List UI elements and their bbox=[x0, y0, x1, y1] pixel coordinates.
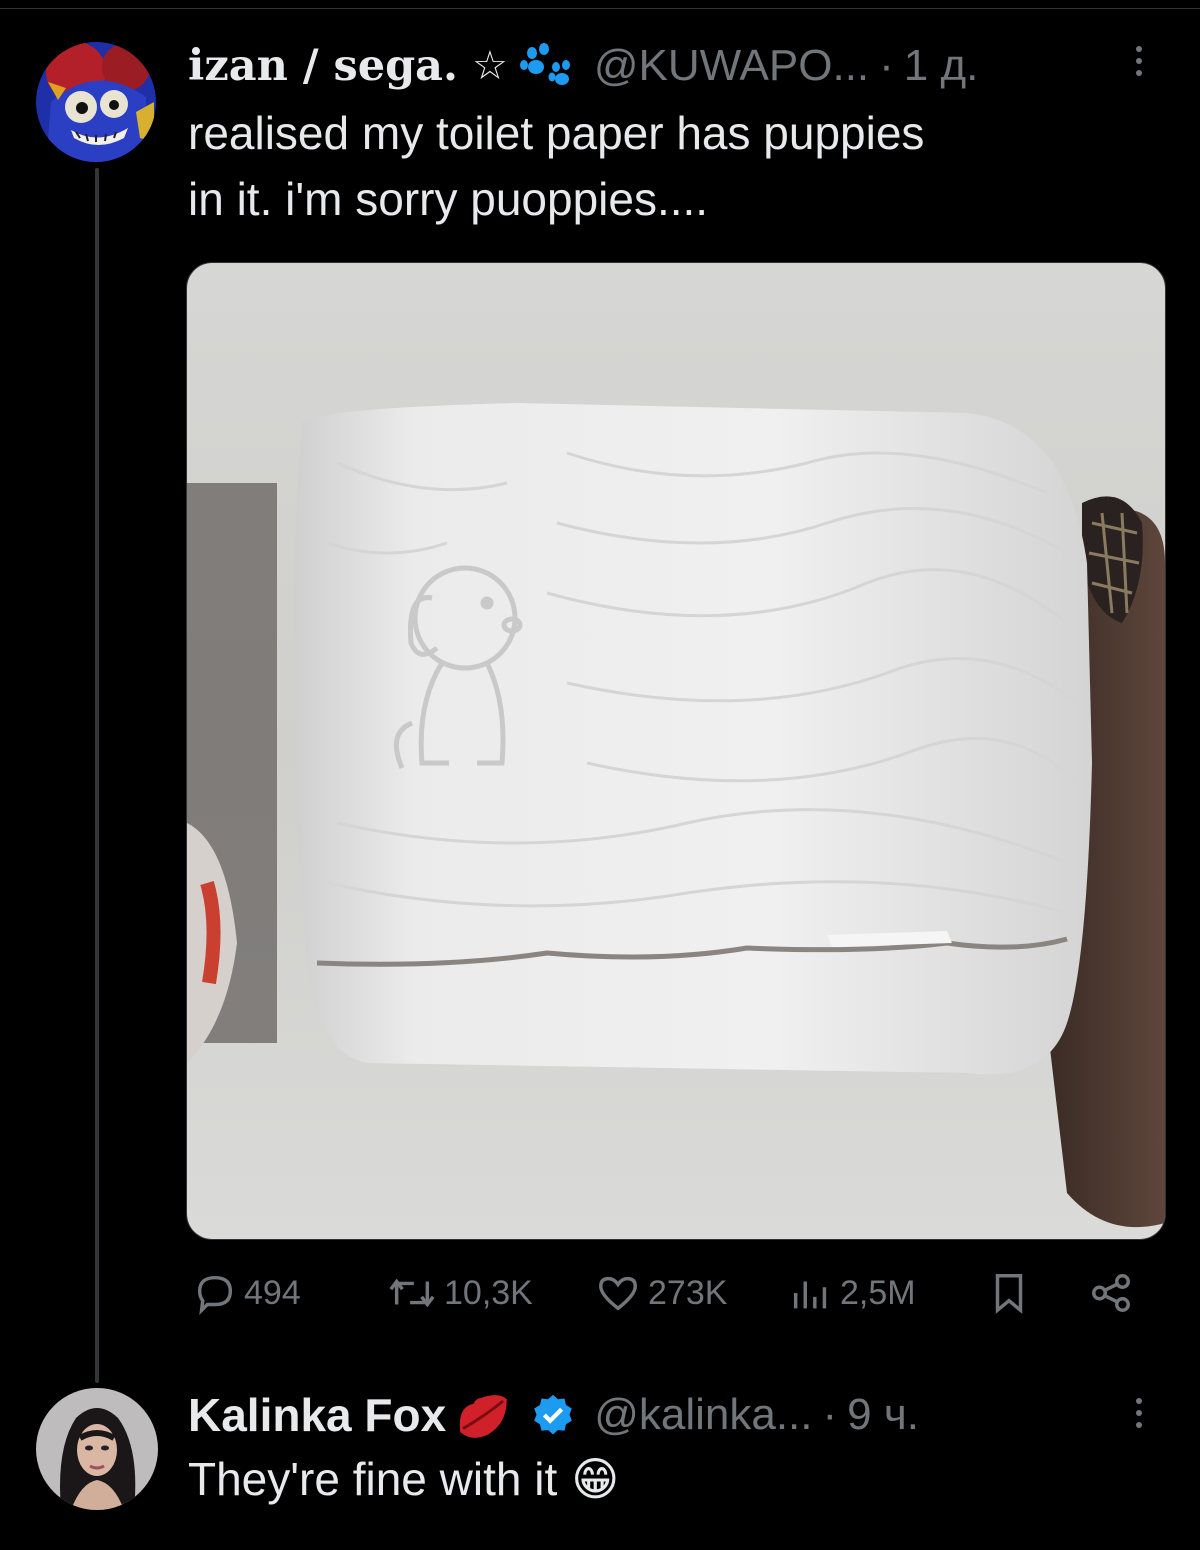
lips-emoji-icon bbox=[450, 1387, 516, 1443]
like-count: 273K bbox=[648, 1273, 728, 1312]
toilet-paper-photo bbox=[187, 263, 1165, 1239]
reply-icon bbox=[197, 1275, 233, 1315]
view-count: 2,5M bbox=[840, 1273, 916, 1312]
portrait-avatar-image bbox=[36, 1388, 158, 1510]
views-button[interactable]: 2,5M bbox=[788, 1270, 916, 1316]
tweet-text-line-1: realised my toilet paper has puppies bbox=[188, 107, 925, 159]
paw-icon bbox=[518, 43, 576, 89]
reply-more-options-icon[interactable] bbox=[1136, 1398, 1142, 1428]
user-handle[interactable]: @KUWAPO... bbox=[594, 41, 869, 91]
tweet-header: izan / sega. ☆ @KUWAPO... · 1 д. bbox=[188, 36, 978, 96]
repost-icon bbox=[389, 1278, 435, 1308]
verified-badge-icon bbox=[530, 1392, 576, 1438]
separator-dot: · bbox=[879, 41, 894, 90]
bookmark-icon bbox=[995, 1274, 1023, 1314]
top-divider bbox=[0, 8, 1200, 9]
reply-display-name[interactable]: Kalinka Fox bbox=[188, 1388, 446, 1442]
grinning-face-emoji: 😁 bbox=[571, 1452, 620, 1506]
reply-avatar[interactable] bbox=[36, 1388, 158, 1510]
reply-header: Kalinka Fox @kalinka... · 9 ч. bbox=[188, 1384, 919, 1446]
share-button[interactable] bbox=[1086, 1270, 1142, 1316]
heart-icon bbox=[599, 1276, 637, 1311]
reply-user-handle[interactable]: @kalinka... bbox=[594, 1390, 812, 1440]
tweet-actions: 494 10,3K 273K 2,5M bbox=[190, 1270, 1150, 1330]
reply-text: They're fine with it 😁 bbox=[188, 1446, 1168, 1512]
like-button[interactable]: 273K bbox=[594, 1270, 727, 1316]
more-options-icon[interactable] bbox=[1136, 46, 1142, 76]
reply-timestamp[interactable]: 9 ч. bbox=[847, 1390, 919, 1440]
tweet-text: realised my toilet paper has puppies in … bbox=[188, 100, 1168, 232]
views-chart-icon bbox=[793, 1281, 827, 1309]
reply-button[interactable]: 494 bbox=[192, 1270, 301, 1316]
bookmark-button[interactable] bbox=[986, 1270, 1038, 1316]
repost-button[interactable]: 10,3K bbox=[386, 1270, 533, 1316]
thread-connector-line bbox=[95, 168, 99, 1383]
repost-count: 10,3K bbox=[444, 1273, 533, 1312]
cartoon-avatar-image bbox=[36, 42, 156, 162]
tweet-photo[interactable] bbox=[186, 262, 1166, 1240]
reply-count: 494 bbox=[244, 1273, 301, 1312]
star-symbol: ☆ bbox=[472, 43, 508, 89]
display-name[interactable]: izan / sega. bbox=[188, 41, 458, 91]
reply-text-content: They're fine with it bbox=[188, 1453, 558, 1505]
reply-separator-dot: · bbox=[822, 1390, 838, 1439]
tweet-text-line-2: in it. i'm sorry puoppies.... bbox=[188, 173, 709, 225]
timestamp[interactable]: 1 д. bbox=[904, 41, 979, 91]
share-icon bbox=[1092, 1274, 1130, 1312]
avatar[interactable] bbox=[36, 42, 156, 162]
